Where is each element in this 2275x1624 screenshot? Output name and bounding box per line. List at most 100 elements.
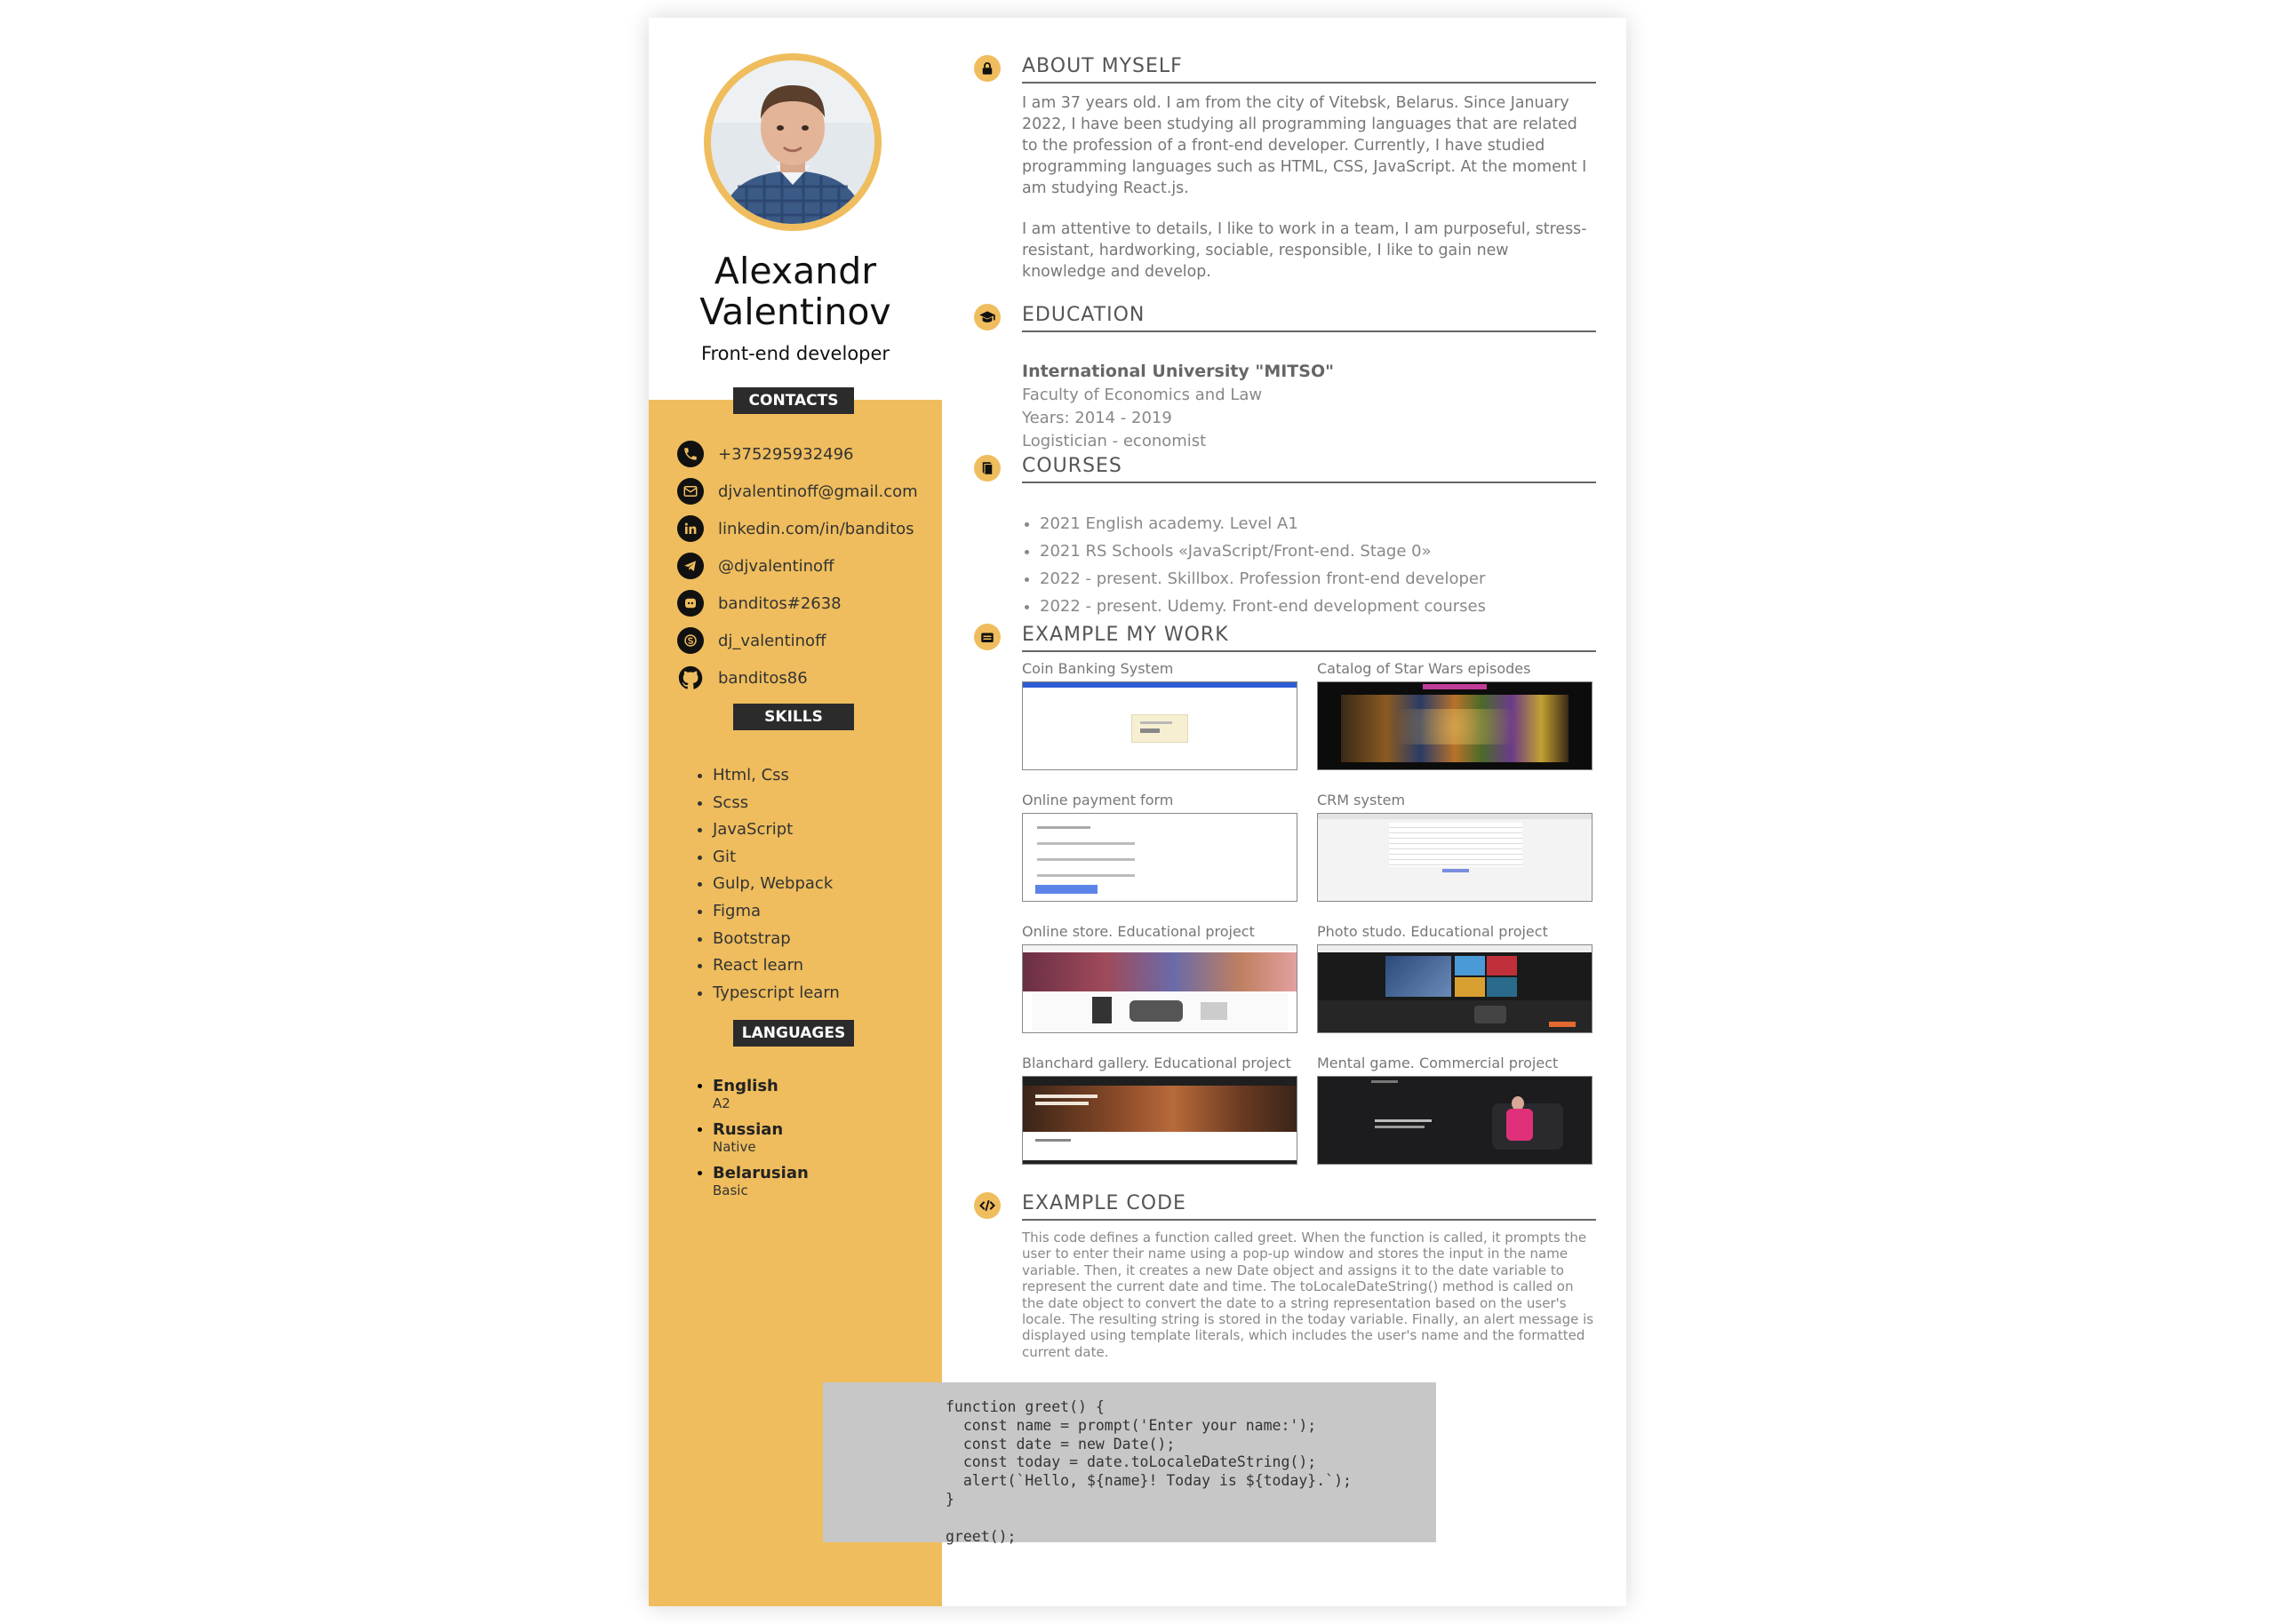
work-item-blanchard[interactable]: Blanchard gallery. Educational project	[1022, 1054, 1297, 1165]
phone-icon	[677, 441, 704, 467]
contact-discord-text: banditos#2638	[718, 593, 842, 613]
education-years: Years: 2014 - 2019	[1022, 409, 1172, 427]
skill-item: React learn	[713, 952, 840, 980]
language-level: A2	[713, 1095, 730, 1111]
profile-first-name: Alexandr	[714, 250, 877, 292]
work-item-coin-banking[interactable]: Coin Banking System	[1022, 659, 1297, 770]
work-item-title: Online store. Educational project	[1022, 923, 1255, 940]
book-icon	[974, 455, 1001, 482]
courses-title: COURSES	[1022, 455, 1122, 477]
work-thumbnail[interactable]	[1317, 944, 1592, 1033]
language-name: Belarusian	[713, 1164, 809, 1182]
skill-item: Figma	[713, 898, 840, 926]
skills-list: Html, Css Scss JavaScript Git Gulp, Webp…	[695, 762, 840, 1007]
course-item: 2022 - present. Udemy. Front-end develop…	[1040, 593, 1486, 620]
contact-skype[interactable]: dj_valentinoff	[677, 622, 935, 659]
section-divider	[1022, 482, 1596, 483]
work-item-star-wars[interactable]: Catalog of Star Wars episodes	[1317, 659, 1592, 770]
education-section-header: EDUCATION	[974, 302, 1596, 332]
work-thumbnail[interactable]	[1317, 1076, 1592, 1165]
work-item-title: CRM system	[1317, 792, 1406, 808]
about-paragraph-2: I am attentive to details, I like to wor…	[1022, 220, 1587, 281]
work-thumbnail[interactable]	[1022, 813, 1297, 902]
work-thumbnail[interactable]	[1317, 813, 1592, 902]
work-item-title: Blanchard gallery. Educational project	[1022, 1055, 1291, 1071]
language-name: Russian	[713, 1120, 784, 1139]
graduation-cap-icon	[974, 304, 1001, 330]
section-divider	[1022, 650, 1596, 652]
email-icon	[677, 478, 704, 505]
education-university: International University "MITSO"	[1022, 362, 1334, 381]
profile-name: Alexandr Valentinov	[649, 251, 942, 332]
work-item-title: Catalog of Star Wars episodes	[1317, 660, 1531, 677]
work-section-header: EXAMPLE MY WORK	[974, 622, 1596, 652]
skype-icon	[677, 627, 704, 654]
linkedin-icon	[677, 515, 704, 542]
work-item-mental-game[interactable]: Mental game. Commercial project	[1317, 1054, 1592, 1165]
work-item-payment-form[interactable]: Online payment form	[1022, 791, 1297, 902]
profile-role: Front-end developer	[700, 343, 890, 364]
contacts-list: +375295932496 djvalentinoff@gmail.com li…	[677, 435, 935, 697]
course-item: 2022 - present. Skillbox. Profession fro…	[1040, 565, 1486, 593]
code-snippet-box: function greet() { const name = prompt('…	[823, 1382, 1436, 1545]
contact-phone[interactable]: +375295932496	[677, 435, 935, 473]
contacts-heading: CONTACTS	[733, 387, 854, 414]
skills-heading: SKILLS	[733, 704, 854, 730]
contact-linkedin-text: linkedin.com/in/banditos	[718, 519, 914, 538]
language-level: Native	[713, 1139, 756, 1155]
lock-icon	[974, 55, 1001, 82]
work-item-title: Mental game. Commercial project	[1317, 1055, 1559, 1071]
profile-last-name: Valentinov	[699, 291, 891, 333]
work-item-crm[interactable]: CRM system	[1317, 791, 1592, 902]
profile-photo-ring	[704, 53, 882, 231]
languages-heading: LANGUAGES	[733, 1020, 854, 1047]
work-thumbnail[interactable]	[1317, 681, 1592, 770]
work-thumbnail[interactable]	[1022, 1076, 1297, 1165]
skill-item: Typescript learn	[713, 980, 840, 1007]
discord-icon	[677, 590, 704, 617]
section-divider	[1022, 330, 1596, 332]
about-title: ABOUT MYSELF	[1022, 55, 1183, 77]
telegram-icon	[677, 553, 704, 579]
work-item-online-store[interactable]: Online store. Educational project	[1022, 922, 1297, 1033]
contact-github-text: banditos86	[718, 668, 808, 688]
briefcase-icon	[974, 624, 1001, 650]
code-icon	[974, 1192, 1001, 1219]
course-item: 2021 English academy. Level A1	[1040, 510, 1486, 537]
work-title: EXAMPLE MY WORK	[1022, 624, 1229, 646]
contact-discord[interactable]: banditos#2638	[677, 585, 935, 622]
skill-item: Html, Css	[713, 762, 840, 790]
section-divider	[1022, 1219, 1596, 1221]
skill-item: Scss	[713, 790, 840, 817]
contact-telegram-text: @djvalentinoff	[718, 556, 834, 576]
about-paragraph-1: I am 37 years old. I am from the city of…	[1022, 94, 1587, 197]
skill-item: Gulp, Webpack	[713, 871, 840, 898]
profile-photo	[711, 60, 874, 224]
github-icon	[677, 665, 704, 691]
courses-list: 2021 English academy. Level A1 2021 RS S…	[1022, 510, 1486, 620]
work-item-title: Online payment form	[1022, 792, 1174, 808]
language-item: English A2	[713, 1077, 809, 1120]
education-details: International University "MITSO" Faculty…	[1022, 359, 1334, 453]
work-item-photo-studio[interactable]: Photo studo. Educational project	[1317, 922, 1592, 1033]
resume-page: Alexandr Valentinov Front-end developer …	[649, 18, 1626, 1606]
skill-item: Git	[713, 844, 840, 872]
education-title: EDUCATION	[1022, 304, 1145, 326]
contact-telegram[interactable]: @djvalentinoff	[677, 547, 935, 585]
contact-email[interactable]: djvalentinoff@gmail.com	[677, 473, 935, 510]
language-level: Basic	[713, 1182, 748, 1198]
contact-linkedin[interactable]: linkedin.com/in/banditos	[677, 510, 935, 547]
courses-section-header: COURSES	[974, 453, 1596, 483]
work-thumbnail[interactable]	[1022, 681, 1297, 770]
work-thumbnail[interactable]	[1022, 944, 1297, 1033]
code-description: This code defines a function called gree…	[1022, 1230, 1594, 1360]
section-divider	[1022, 82, 1596, 84]
about-section-header: ABOUT MYSELF	[974, 53, 1596, 84]
code-section-header: EXAMPLE CODE	[974, 1190, 1596, 1221]
education-degree: Logistician - economist	[1022, 432, 1207, 450]
contact-phone-text: +375295932496	[718, 444, 854, 464]
language-item: Russian Native	[713, 1120, 809, 1164]
contact-github[interactable]: banditos86	[677, 659, 935, 697]
course-item: 2021 RS Schools «JavaScript/Front-end. S…	[1040, 537, 1486, 565]
language-item: Belarusian Basic	[713, 1164, 809, 1207]
